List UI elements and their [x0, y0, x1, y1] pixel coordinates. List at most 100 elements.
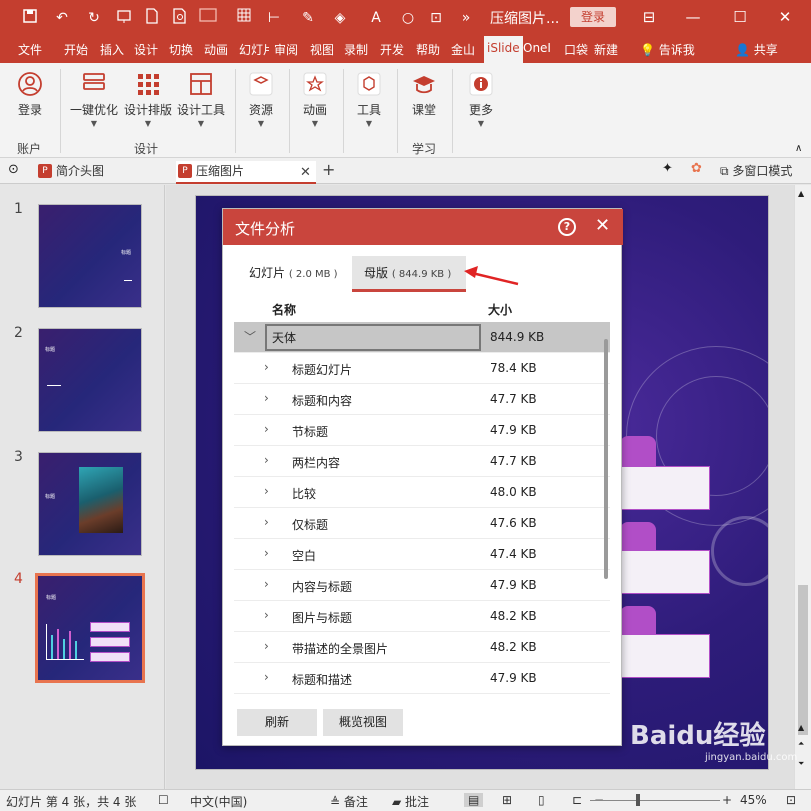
chevron-right-icon[interactable]: ›	[264, 546, 269, 560]
slide-thumbnail-3[interactable]: 标题	[38, 452, 142, 556]
vertical-scrollbar[interactable]: ▲ ▲ ⏶ ⏷	[794, 185, 811, 789]
crop-icon[interactable]: ⊡	[426, 8, 446, 28]
tab-kingsoft[interactable]: 金山	[451, 41, 475, 58]
zoom-slider[interactable]	[590, 800, 720, 801]
align-icon[interactable]: ⊢	[264, 8, 284, 28]
scroll-up-icon[interactable]: ▲	[798, 189, 804, 198]
overview-button[interactable]: 概览视图	[323, 709, 403, 736]
tab-islide[interactable]: iSlide	[484, 36, 523, 63]
tab-view[interactable]: 视图	[310, 41, 334, 58]
chevron-right-icon[interactable]: ›	[264, 577, 269, 591]
slide-thumbnail-4[interactable]: 标题	[35, 573, 145, 683]
eyedropper-icon[interactable]: ✎	[298, 8, 318, 28]
share-button[interactable]: 👤 共享	[735, 41, 778, 58]
print-preview-icon[interactable]	[170, 8, 190, 28]
list-item[interactable]: › 标题和内容 47.7 KB	[234, 384, 610, 415]
doc-tab-compress[interactable]: P 压缩图片 ✕	[176, 161, 316, 184]
chevron-right-icon[interactable]: ›	[264, 453, 269, 467]
master-row[interactable]: ﹀ 天体 844.9 KB	[234, 322, 610, 353]
scrollbar-thumb[interactable]	[798, 585, 808, 735]
login-button[interactable]: 登录	[570, 7, 616, 27]
tab-file[interactable]: 文件	[18, 41, 42, 58]
next-slide-icon[interactable]: ⏷	[798, 759, 804, 769]
save-icon[interactable]	[20, 8, 40, 28]
fill-color-icon[interactable]: ◈	[330, 8, 350, 28]
zoom-level[interactable]: 45%	[740, 793, 767, 807]
close-dialog-icon[interactable]: ✕	[595, 215, 610, 236]
slide-shape-box[interactable]	[620, 634, 710, 678]
list-item[interactable]: › 节标题 47.9 KB	[234, 415, 610, 446]
comments-button[interactable]: ▰ 批注	[392, 793, 429, 810]
chevron-right-icon[interactable]: ›	[264, 670, 269, 684]
design-tools-button[interactable]: 设计工具 ▼	[175, 71, 227, 128]
tab-transitions[interactable]: 切换	[169, 41, 193, 58]
doc-tab-intro[interactable]: P 简介头图	[36, 161, 166, 184]
tools-button[interactable]: 工具 ▼	[353, 71, 385, 128]
chevron-right-icon[interactable]: ›	[264, 360, 269, 374]
zoom-slider-knob[interactable]	[636, 794, 640, 806]
more-commands-icon[interactable]: »	[456, 8, 476, 28]
one-click-optimize-button[interactable]: 一键优化 ▼	[68, 71, 120, 128]
slide-thumbnail-2[interactable]: 标题	[38, 328, 142, 432]
slide-thumbnail-1[interactable]: 标题	[38, 204, 142, 308]
tab-record[interactable]: 录制	[344, 41, 368, 58]
tab-new[interactable]: 新建	[594, 41, 618, 58]
tab-insert[interactable]: 插入	[100, 41, 124, 58]
slideshow-icon[interactable]	[114, 8, 134, 28]
slideshow-view-icon[interactable]: ⊏	[572, 793, 582, 807]
ribbon-display-icon[interactable]: ⊟	[636, 6, 662, 28]
tell-me-search[interactable]: 💡 告诉我	[640, 41, 695, 58]
undo-icon[interactable]: ↶	[52, 8, 72, 28]
classroom-button[interactable]: 课堂	[408, 71, 440, 118]
design-layout-button[interactable]: 设计排版 ▼	[122, 71, 174, 128]
slide-shape-box[interactable]	[620, 550, 710, 594]
account-login-button[interactable]: 登录	[14, 71, 46, 118]
chevron-right-icon[interactable]: ›	[264, 484, 269, 498]
slide-sorter-icon[interactable]: ⊞	[502, 793, 512, 807]
redo-icon[interactable]: ↻	[84, 8, 104, 28]
notes-button[interactable]: ≜ 备注	[330, 793, 368, 810]
tab-animations[interactable]: 动画	[204, 41, 228, 58]
chevron-right-icon[interactable]: ›	[264, 639, 269, 653]
list-item[interactable]: › 内容与标题 47.9 KB	[234, 570, 610, 601]
language-indicator[interactable]: 中文(中国)	[190, 793, 247, 810]
grid-icon[interactable]	[234, 8, 254, 28]
list-item[interactable]: › 图片与标题 48.2 KB	[234, 601, 610, 632]
close-window-icon[interactable]: ✕	[772, 6, 798, 28]
list-item[interactable]: › 比较 48.0 KB	[234, 477, 610, 508]
chevron-right-icon[interactable]: ›	[264, 422, 269, 436]
minimize-icon[interactable]: —	[680, 6, 706, 28]
resources-button[interactable]: 资源 ▼	[245, 71, 277, 128]
tab-design[interactable]: 设计	[134, 41, 158, 58]
collapse-ribbon-icon[interactable]: ∧	[795, 143, 802, 154]
tab-home[interactable]: 开始	[64, 41, 88, 58]
slide-shape-box[interactable]	[620, 466, 710, 510]
list-item[interactable]: › 带描述的全景图片 48.2 KB	[234, 632, 610, 663]
zoom-in-icon[interactable]: +	[722, 793, 732, 807]
reading-view-icon[interactable]: ▯	[538, 793, 545, 807]
list-item[interactable]: › 标题幻灯片 78.4 KB	[234, 353, 610, 384]
tab-developer[interactable]: 开发	[380, 41, 404, 58]
fit-slide-icon[interactable]: ⊡	[786, 793, 796, 807]
tab-pocket[interactable]: 口袋	[564, 41, 588, 58]
maximize-icon[interactable]: ☐	[727, 6, 753, 28]
tab-review[interactable]: 审阅	[274, 41, 298, 58]
settings-gear-icon[interactable]: ✿	[691, 161, 702, 176]
close-tab-icon[interactable]: ✕	[300, 163, 311, 183]
tab-master-analysis[interactable]: 母版 ( 844.9 KB )	[352, 256, 466, 292]
list-item[interactable]: › 标题和描述 47.9 KB	[234, 663, 610, 694]
font-color-icon[interactable]: A	[366, 8, 386, 28]
tab-slides-analysis[interactable]: 幻灯片 ( 2.0 MB )	[237, 256, 350, 292]
scroll-up-icon[interactable]: ▲	[798, 723, 804, 732]
magic-wand-icon[interactable]: ✦	[662, 161, 673, 176]
tab-help[interactable]: 帮助	[416, 41, 440, 58]
more-button[interactable]: 更多 ▼	[465, 71, 497, 128]
list-item[interactable]: › 两栏内容 47.7 KB	[234, 446, 610, 477]
list-item[interactable]: › 仅标题 47.6 KB	[234, 508, 610, 539]
chevron-down-icon[interactable]: ﹀	[244, 328, 256, 345]
pin-icon[interactable]: ⊙	[8, 162, 19, 177]
add-tab-icon[interactable]: +	[322, 160, 335, 179]
normal-view-icon[interactable]: ▤	[464, 793, 484, 807]
list-scrollbar[interactable]	[604, 339, 608, 579]
chevron-right-icon[interactable]: ›	[264, 608, 269, 622]
